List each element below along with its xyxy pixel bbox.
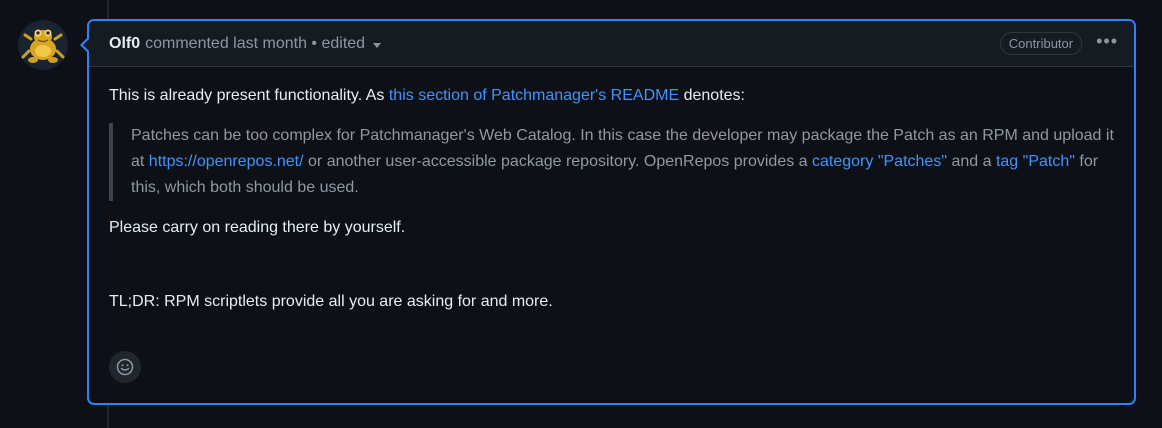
comment-box: Olf0 commented last month • edited Contr… xyxy=(80,19,1136,405)
comment-header: Olf0 commented last month • edited Contr… xyxy=(89,21,1134,67)
openrepos-link[interactable]: https://openrepos.net/ xyxy=(149,153,304,170)
tldr-paragraph: TL;DR: RPM scriptlets provide all you ar… xyxy=(109,293,553,310)
quote-part3: and a xyxy=(951,153,992,170)
smiley-icon xyxy=(116,358,134,376)
intro-prefix: This is already present functionality. A… xyxy=(109,87,385,104)
readme-section-link[interactable]: this section of Patchmanager's README xyxy=(389,87,679,104)
reading-paragraph: Please carry on reading there by yoursel… xyxy=(109,219,406,236)
frog-avatar-icon xyxy=(19,21,67,69)
page: Olf0 commented last month • edited Contr… xyxy=(0,0,1162,428)
intro-paragraph: This is already present functionality. A… xyxy=(109,83,1114,109)
comment-timestamp[interactable]: last month xyxy=(233,35,307,53)
kebab-horizontal-icon[interactable]: ••• xyxy=(1096,32,1118,53)
contributor-badge: Contributor xyxy=(999,32,1083,55)
blockquote: Patches can be too complex for Patchmana… xyxy=(109,123,1114,201)
comment-bullet: • xyxy=(306,34,322,52)
comment-action: commented xyxy=(145,34,229,52)
quote-part2: or another user-accessible package repos… xyxy=(308,153,808,170)
avatar[interactable] xyxy=(18,20,68,70)
comment-author[interactable]: Olf0 xyxy=(109,35,140,53)
tag-patch-link[interactable]: tag "Patch" xyxy=(996,153,1075,170)
add-reaction-button[interactable] xyxy=(109,351,141,383)
comment-body: This is already present functionality. A… xyxy=(89,67,1134,345)
category-patches-link[interactable]: category "Patches" xyxy=(812,153,947,170)
intro-suffix: denotes: xyxy=(683,87,745,104)
edited-dropdown[interactable]: edited xyxy=(321,35,365,53)
chevron-down-icon[interactable] xyxy=(373,42,382,48)
